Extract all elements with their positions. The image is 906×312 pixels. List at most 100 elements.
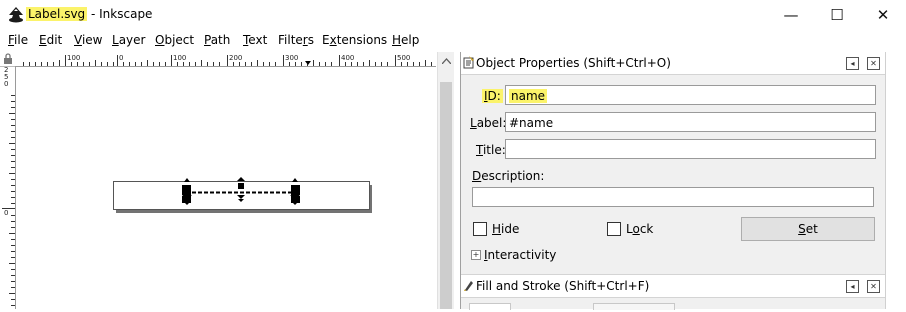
menu-view-label: iew [81,33,103,47]
label-label-text: abel: [476,116,507,130]
fill-stroke-icon [464,281,473,291]
set-button-label: et [805,222,818,236]
menu-path-label: ath [210,33,231,47]
menu-path-accel: P [204,33,211,47]
title-separator: - [87,7,100,21]
lock-label-accel: o [632,222,640,236]
set-button[interactable]: Set [741,217,875,241]
lock-checkbox[interactable] [607,222,621,236]
label-input[interactable]: #name [505,112,876,132]
ruler-label: 300 [285,54,298,62]
lock-guides-icon [4,53,12,64]
panel-close-button[interactable]: ✕ [867,280,880,293]
label-input-value: #name [509,116,554,130]
chevron-up-icon [442,57,451,64]
object-properties-header: Object Properties (Shift+Ctrl+O) ◂ ✕ [461,52,885,75]
scroll-up-button[interactable] [438,52,455,69]
id-label-text: D: [487,89,501,103]
id-input-value: name [509,89,548,103]
menu-help-label: elp [401,33,420,47]
menu-filters[interactable]: Filters [278,33,314,48]
menu-bar: File Edit View Layer Object Path Text Fi… [0,31,906,50]
menu-help-accel: H [392,33,402,47]
menu-extensions-pre: E [322,33,330,47]
close-icon: ✕ [870,282,877,291]
document-filename: Label.svg [26,7,88,21]
lock-label: Lock [626,222,653,236]
label-label: Label: [470,116,506,130]
menu-view-accel: V [74,33,82,47]
menu-text[interactable]: Text [243,33,267,48]
canvas-drawing [113,177,372,213]
interactivity-expander[interactable]: + [471,250,481,260]
panel-close-button[interactable]: ✕ [867,57,880,70]
maximize-button[interactable]: ☐ [814,0,860,30]
ruler-corner[interactable] [0,52,16,67]
hide-checkbox[interactable] [473,222,487,236]
close-button[interactable]: ✕ [860,0,906,30]
ruler-label: 0 [119,54,123,62]
menu-help[interactable]: Help [392,33,419,48]
dock-panel: Object Properties (Shift+Ctrl+O) ◂ ✕ ID:… [460,52,906,310]
description-textarea[interactable] [472,187,874,207]
menu-layer[interactable]: Layer [112,33,145,48]
title-label: Title: [476,143,506,157]
panel-collapse-button[interactable]: ◂ [846,57,859,70]
hide-label: Hide [492,222,519,236]
ruler-label: 100 [173,54,186,62]
menu-object-label: bject [164,33,195,47]
menu-object[interactable]: Object [155,33,194,48]
menu-edit[interactable]: Edit [39,33,62,48]
fill-stroke-header: Fill and Stroke (Shift+Ctrl+F) ◂ ✕ [461,274,885,298]
menu-extensions-label: tensions [336,33,388,47]
id-input[interactable]: name [505,85,876,105]
hide-label-accel: H [492,222,502,236]
description-label: Description: [472,169,544,183]
vertical-ruler-ticks [2,95,15,306]
horizontal-ruler[interactable]: 100 0 100 200 300 400 500 [15,52,436,67]
title-label-text: itle: [482,143,506,157]
close-icon: ✕ [876,6,890,24]
id-label: ID: [482,89,503,103]
hide-label-text: ide [501,222,520,236]
menu-extensions-accel: x [329,33,337,47]
maximize-icon: ☐ [830,6,844,24]
interactivity-label[interactable]: Interactivity [484,248,556,262]
lock-label-text: ck [639,222,654,236]
title-label-accel: T [476,143,483,157]
minimize-button[interactable]: — [768,0,814,30]
menu-layer-label: ayer [118,33,146,47]
interactivity-text: nteractivity [487,248,557,262]
menu-layer-accel: L [112,33,119,47]
menu-filters-label: s [307,33,314,47]
menu-text-label: ext [248,33,268,47]
close-icon: ✕ [870,59,877,68]
object-properties-icon [463,56,474,69]
description-label-accel: D [472,169,482,183]
drawing-canvas[interactable] [16,67,436,309]
canvas-vertical-scrollbar[interactable] [437,52,455,309]
ruler-label: 200 [229,54,242,62]
vertical-ruler[interactable]: 250 0 [0,67,16,309]
horizontal-ruler-ticks: 100 0 100 200 300 400 500 [23,54,432,66]
window-title: Label.svg - Inkscape [26,6,152,23]
title-input[interactable] [505,139,876,159]
menu-extensions[interactable]: Extensions [322,33,387,48]
label-label-accel: L [470,116,477,130]
panel-collapse-button[interactable]: ◂ [846,280,859,293]
app-name: Inkscape [99,7,153,21]
set-button-accel: S [798,222,806,236]
ruler-label: 100 [67,54,80,62]
title-bar: Label.svg - Inkscape — ☐ ✕ [0,0,906,30]
collapse-icon: ◂ [850,282,855,291]
description-label-text: escription: [481,169,545,183]
fill-stroke-title: Fill and Stroke (Shift+Ctrl+F) [476,279,650,293]
scroll-thumb[interactable] [440,82,452,309]
menu-view[interactable]: View [74,33,102,48]
ruler-label: 500 [397,54,410,62]
menu-filters-pre: Filte [278,33,303,47]
dock-tab-strip [885,52,906,309]
menu-path[interactable]: Path [204,33,230,48]
menu-file[interactable]: File [8,33,28,48]
object-properties-title: Object Properties (Shift+Ctrl+O) [476,56,671,70]
